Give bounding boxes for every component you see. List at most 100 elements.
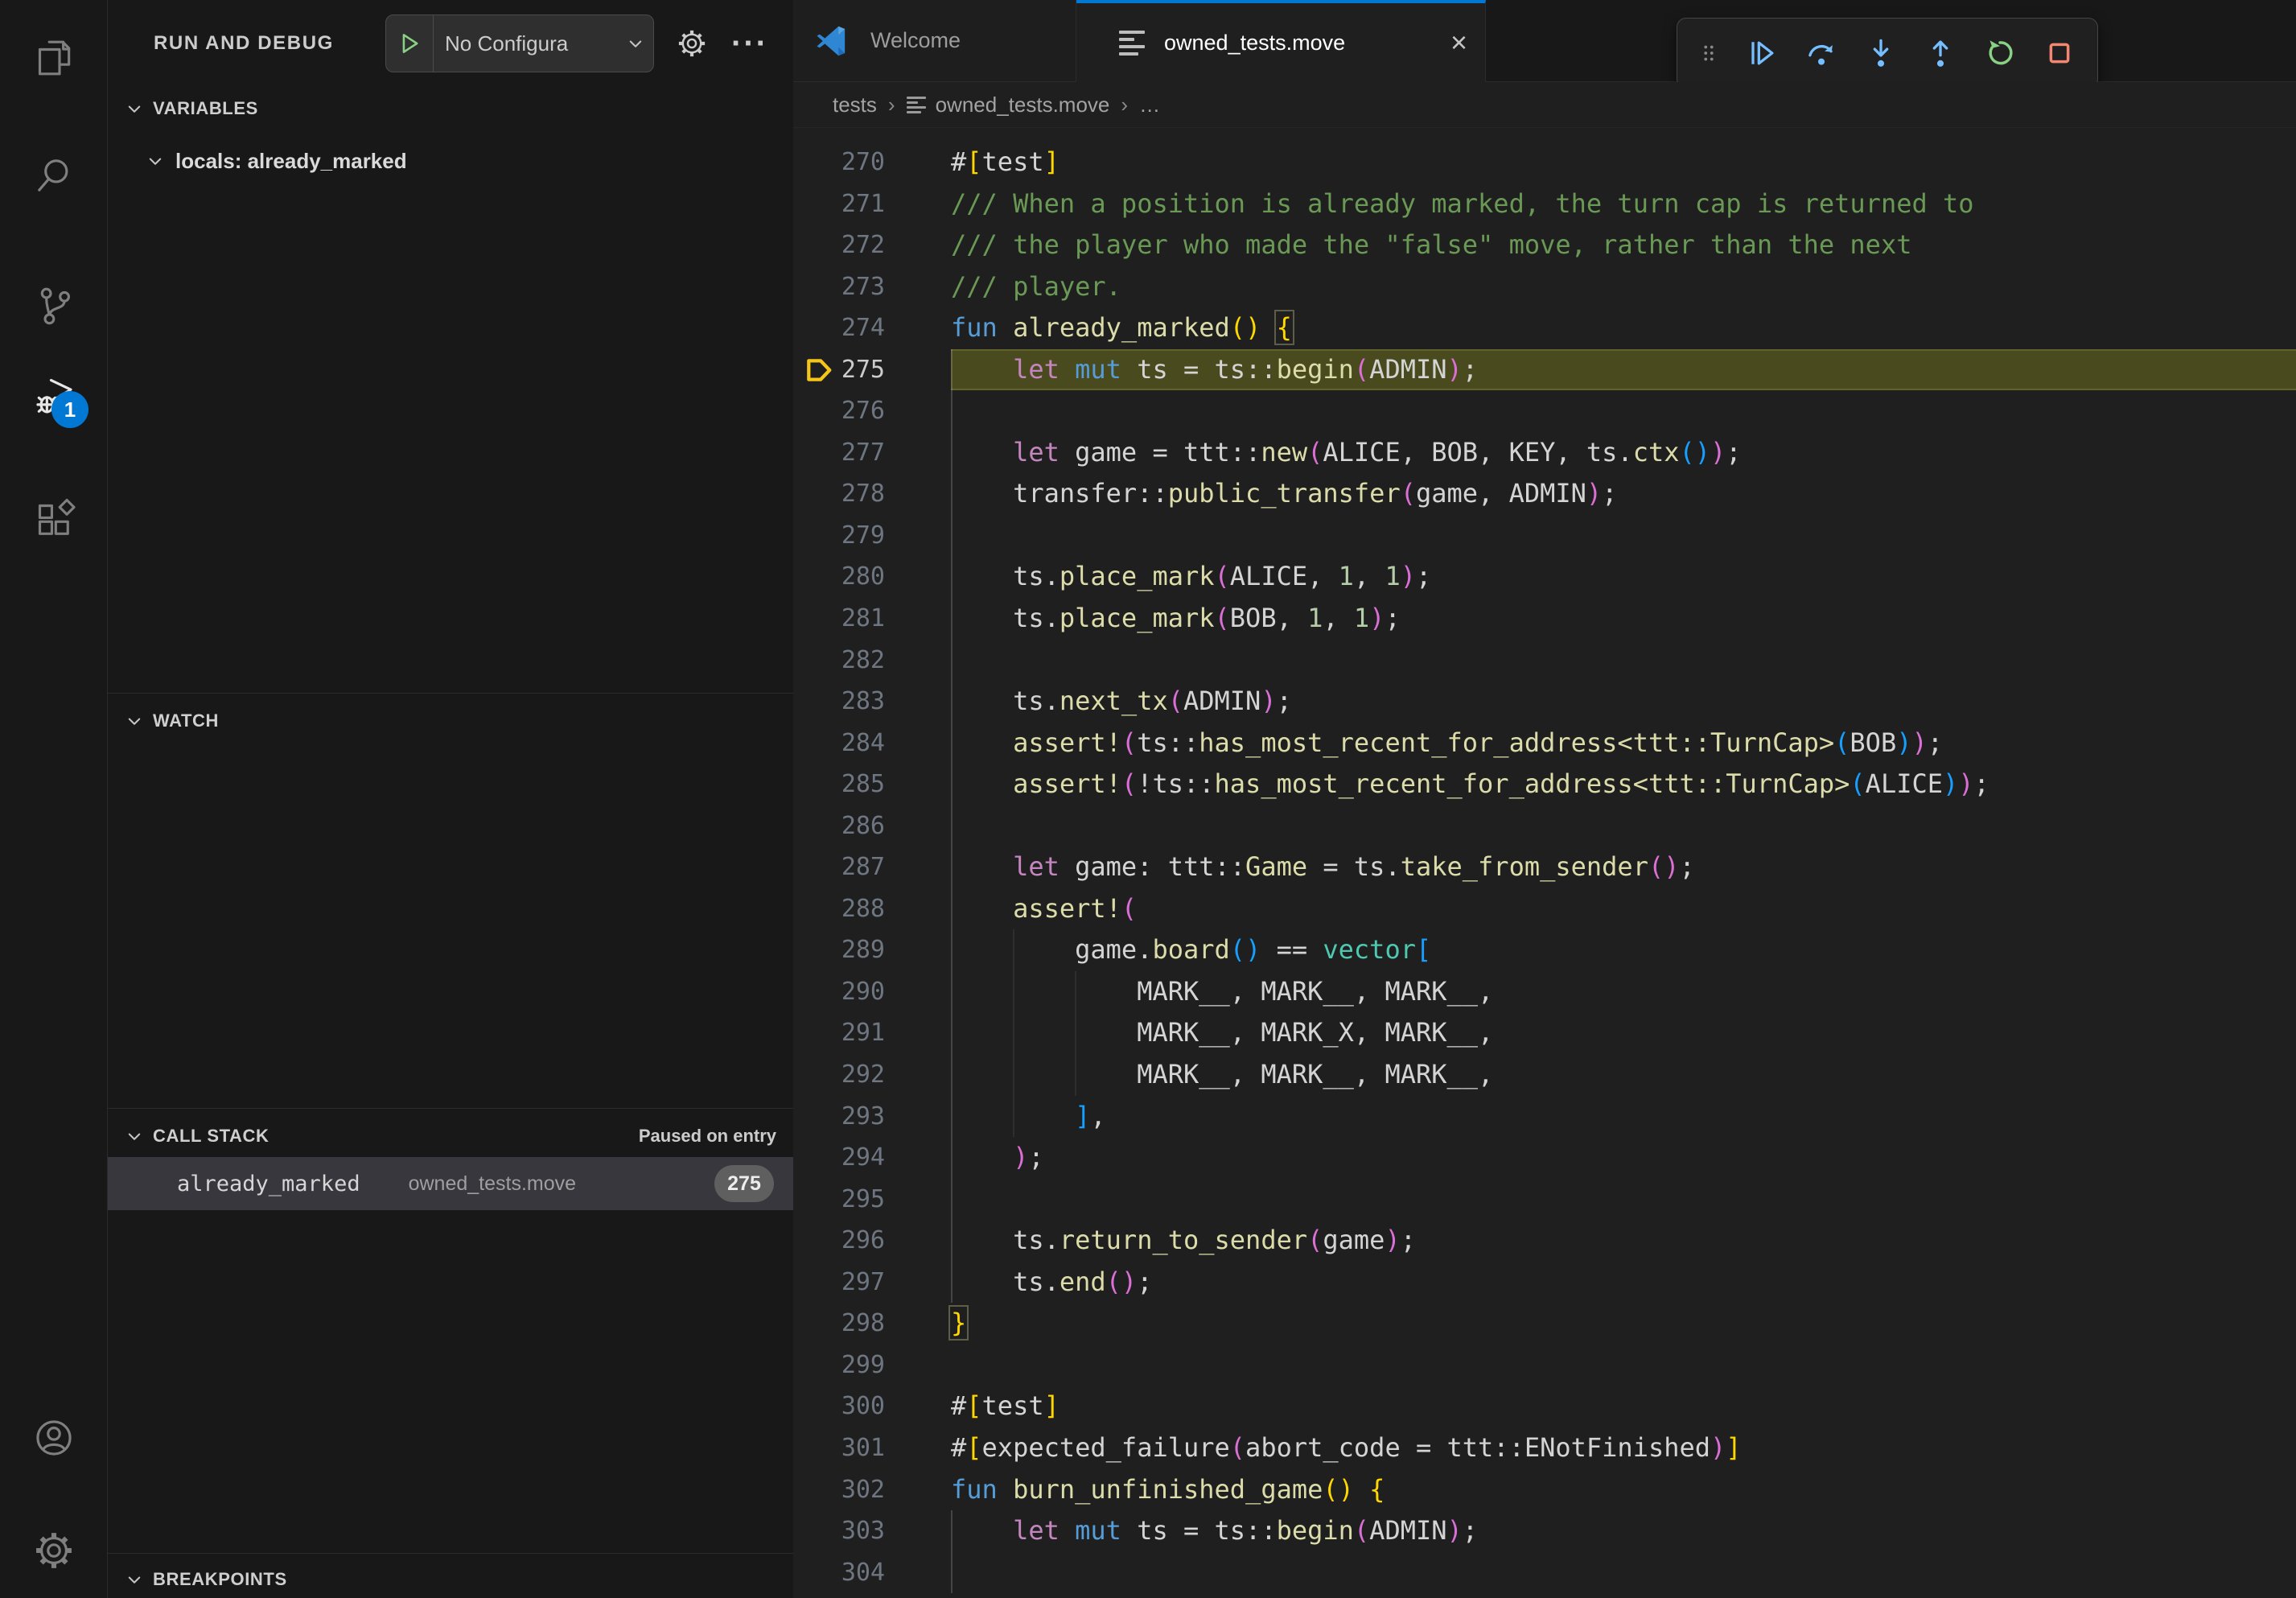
- line-number[interactable]: 294: [793, 1137, 885, 1179]
- code-line[interactable]: 292 MARK__, MARK__, MARK__,: [793, 1054, 2296, 1096]
- code-line[interactable]: 276: [793, 390, 2296, 432]
- code-line[interactable]: 294 );: [793, 1137, 2296, 1179]
- line-number[interactable]: 297: [793, 1262, 885, 1304]
- line-number[interactable]: 277: [793, 432, 885, 474]
- accounts-icon[interactable]: [31, 1415, 76, 1460]
- code-line[interactable]: 284 assert!(ts::has_most_recent_for_addr…: [793, 723, 2296, 764]
- line-number[interactable]: 298: [793, 1303, 885, 1345]
- line-number[interactable]: 271: [793, 183, 885, 225]
- call-stack-frame-row[interactable]: already_marked owned_tests.move 275: [108, 1157, 793, 1210]
- debug-settings-gear-icon[interactable]: [671, 23, 713, 64]
- code-line[interactable]: 289 game.board() == vector[: [793, 929, 2296, 971]
- run-config-dropdown[interactable]: No Configura: [385, 14, 654, 72]
- continue-button[interactable]: [1743, 35, 1780, 72]
- line-number[interactable]: 286: [793, 805, 885, 847]
- line-number[interactable]: 300: [793, 1386, 885, 1427]
- breadcrumb-item-symbol[interactable]: …: [1139, 93, 1160, 117]
- line-number[interactable]: 296: [793, 1220, 885, 1262]
- line-number[interactable]: 280: [793, 556, 885, 598]
- restart-button[interactable]: [1981, 35, 2018, 72]
- stop-button[interactable]: [2041, 35, 2078, 72]
- line-number[interactable]: 302: [793, 1469, 885, 1511]
- section-breakpoints[interactable]: BREAKPOINTS: [108, 1558, 793, 1598]
- tab-welcome[interactable]: Welcome: [793, 0, 1076, 82]
- line-number[interactable]: 287: [793, 846, 885, 888]
- section-watch[interactable]: WATCH: [108, 699, 793, 743]
- line-number[interactable]: 278: [793, 473, 885, 515]
- line-number[interactable]: 292: [793, 1054, 885, 1096]
- code-line[interactable]: 282: [793, 640, 2296, 682]
- source-control-icon[interactable]: [31, 283, 76, 328]
- step-over-button[interactable]: [1803, 35, 1840, 72]
- line-number[interactable]: 304: [793, 1552, 885, 1594]
- code-line[interactable]: 286: [793, 805, 2296, 847]
- line-number[interactable]: 289: [793, 929, 885, 971]
- line-number[interactable]: 285: [793, 764, 885, 805]
- code-line[interactable]: 285 assert!(!ts::has_most_recent_for_add…: [793, 764, 2296, 805]
- line-number[interactable]: 284: [793, 723, 885, 764]
- breadcrumb-item-tests[interactable]: tests: [833, 93, 877, 117]
- code-line[interactable]: 302fun burn_unfinished_game() {: [793, 1469, 2296, 1511]
- line-number[interactable]: 301: [793, 1427, 885, 1469]
- code-line[interactable]: 272/// the player who made the "false" m…: [793, 224, 2296, 266]
- close-icon[interactable]: ×: [1450, 28, 1467, 57]
- code-line[interactable]: 303 let mut ts = ts::begin(ADMIN);: [793, 1510, 2296, 1552]
- code-line[interactable]: 277 let game = ttt::new(ALICE, BOB, KEY,…: [793, 432, 2296, 474]
- start-debug-icon[interactable]: [386, 15, 434, 72]
- code-line[interactable]: 299: [793, 1345, 2296, 1386]
- code-line[interactable]: 295: [793, 1179, 2296, 1221]
- line-number[interactable]: 303: [793, 1510, 885, 1552]
- extensions-icon[interactable]: [31, 497, 76, 542]
- code-line[interactable]: 280 ts.place_mark(ALICE, 1, 1);: [793, 556, 2296, 598]
- code-line[interactable]: 274fun already_marked() {: [793, 307, 2296, 349]
- section-call-stack[interactable]: CALL STACK Paused on entry: [108, 1114, 793, 1158]
- line-number[interactable]: 274: [793, 307, 885, 349]
- section-variables[interactable]: VARIABLES: [108, 87, 793, 130]
- code-line[interactable]: 278 transfer::public_transfer(game, ADMI…: [793, 473, 2296, 515]
- code-line[interactable]: 291 MARK__, MARK_X, MARK__,: [793, 1012, 2296, 1054]
- line-number[interactable]: 283: [793, 681, 885, 723]
- code-line[interactable]: 287 let game: ttt::Game = ts.take_from_s…: [793, 846, 2296, 888]
- line-number[interactable]: 293: [793, 1096, 885, 1138]
- step-out-button[interactable]: [1922, 35, 1959, 72]
- explorer-icon[interactable]: [31, 35, 76, 80]
- search-icon[interactable]: [31, 153, 76, 198]
- line-number[interactable]: 275: [793, 349, 885, 391]
- line-number[interactable]: 270: [793, 142, 885, 183]
- line-number[interactable]: 288: [793, 888, 885, 930]
- code-line[interactable]: 281 ts.place_mark(BOB, 1, 1);: [793, 598, 2296, 640]
- line-number[interactable]: 279: [793, 515, 885, 557]
- line-number[interactable]: 273: [793, 266, 885, 308]
- settings-gear-icon[interactable]: [31, 1528, 76, 1573]
- breadcrumb-item-file[interactable]: owned_tests.move: [936, 93, 1110, 117]
- line-number[interactable]: 281: [793, 598, 885, 640]
- more-actions-icon[interactable]: ···: [729, 23, 771, 64]
- code-line[interactable]: 273/// player.: [793, 266, 2296, 308]
- line-number[interactable]: 295: [793, 1179, 885, 1221]
- toolbar-gripper-icon[interactable]: [1697, 35, 1721, 72]
- code-line[interactable]: 298}: [793, 1303, 2296, 1345]
- code-line[interactable]: 279: [793, 515, 2296, 557]
- step-into-button[interactable]: [1862, 35, 1899, 72]
- code-line[interactable]: 301#[expected_failure(abort_code = ttt::…: [793, 1427, 2296, 1469]
- line-number[interactable]: 291: [793, 1012, 885, 1054]
- code-line[interactable]: 283 ts.next_tx(ADMIN);: [793, 681, 2296, 723]
- code-line[interactable]: 271/// When a position is already marked…: [793, 183, 2296, 225]
- line-number[interactable]: 276: [793, 390, 885, 432]
- line-number[interactable]: 272: [793, 224, 885, 266]
- code-line-current[interactable]: 275 let mut ts = ts::begin(ADMIN);: [793, 349, 2296, 391]
- code-editor[interactable]: 270#[test]271/// When a position is alre…: [793, 142, 2296, 1598]
- line-number[interactable]: 282: [793, 640, 885, 682]
- code-line[interactable]: 290 MARK__, MARK__, MARK__,: [793, 971, 2296, 1013]
- code-line[interactable]: 288 assert!(: [793, 888, 2296, 930]
- code-line[interactable]: 293 ],: [793, 1096, 2296, 1138]
- line-number[interactable]: 299: [793, 1345, 885, 1386]
- variables-scope-row[interactable]: locals: already_marked: [108, 138, 793, 183]
- code-line[interactable]: 296 ts.return_to_sender(game);: [793, 1220, 2296, 1262]
- code-line[interactable]: 270#[test]: [793, 142, 2296, 183]
- line-number[interactable]: 290: [793, 971, 885, 1013]
- code-line[interactable]: 304: [793, 1552, 2296, 1594]
- code-line[interactable]: 300#[test]: [793, 1386, 2296, 1427]
- tab-owned-tests[interactable]: owned_tests.move ×: [1076, 0, 1486, 82]
- code-line[interactable]: 297 ts.end();: [793, 1262, 2296, 1304]
